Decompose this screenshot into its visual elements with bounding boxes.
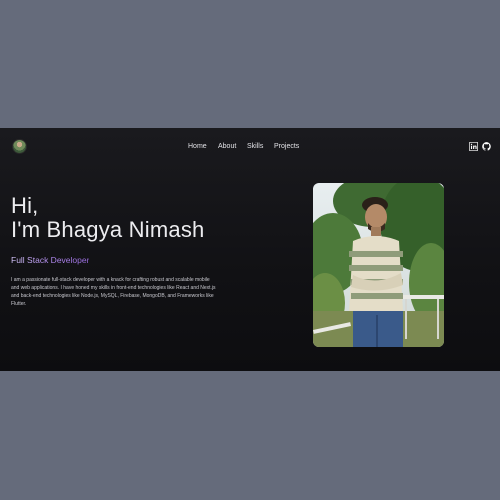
role-title: Full Stack Developer <box>11 255 90 265</box>
social-links <box>469 142 491 151</box>
linkedin-icon[interactable] <box>469 142 478 151</box>
bio-paragraph: I am a passionate full-stack developer w… <box>11 277 216 307</box>
nav-link-home[interactable]: Home <box>188 142 207 152</box>
greeting-line-2: I'm Bhagya Nimash <box>11 217 205 242</box>
profile-photo <box>313 183 444 347</box>
hero-greeting: Hi, I'm Bhagya Nimash <box>11 194 204 242</box>
greeting-line-1: Hi, <box>11 193 39 218</box>
nav-link-projects[interactable]: Projects <box>274 142 299 152</box>
portfolio-page: Home About Skills Projects Hi, I'm Bhagy… <box>0 128 500 371</box>
github-icon[interactable] <box>482 142 491 151</box>
main-nav: Home About Skills Projects <box>0 142 500 154</box>
nav-link-skills[interactable]: Skills <box>247 142 263 152</box>
nav-link-about[interactable]: About <box>218 142 236 152</box>
